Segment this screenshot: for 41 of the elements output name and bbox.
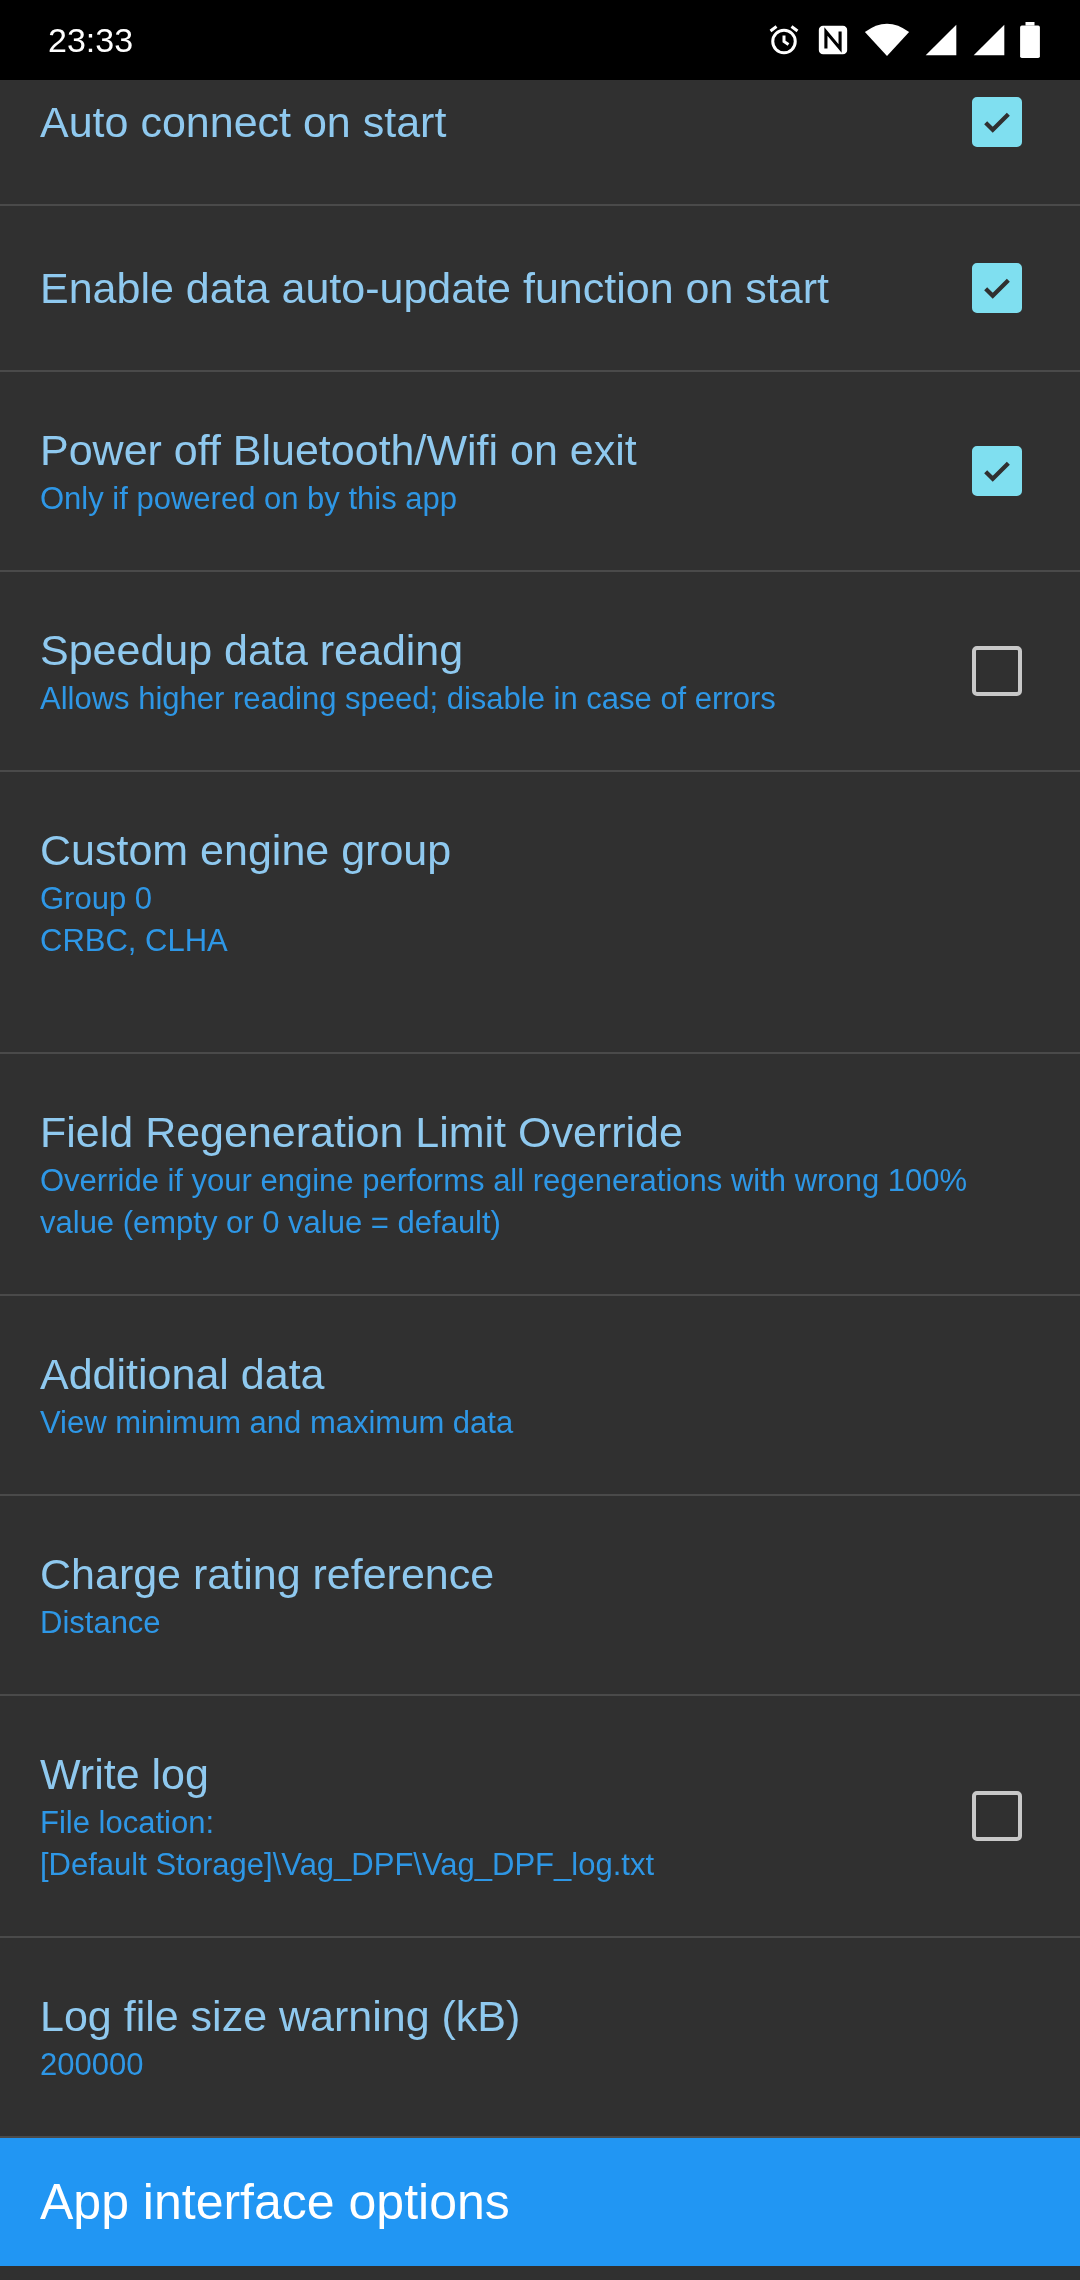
preference-summary: Only if powered on by this app xyxy=(40,480,458,518)
preference-item[interactable]: Write log File location: [Default Storage]\Vag_DPF\Vag_DPF_log.txt xyxy=(0,1696,1080,1938)
preference-title: Write log xyxy=(40,1749,209,1800)
preference-item[interactable]: Speedup data reading Allows higher reading speed; disable in case of errors xyxy=(0,572,1080,772)
preference-item[interactable]: Auto connect on start xyxy=(0,80,1080,206)
preference-summary: Group 0 xyxy=(40,880,152,918)
preference-title: Additional data xyxy=(40,1349,325,1400)
preference-summary: [Default Storage]\Vag_DPF\Vag_DPF_log.txt xyxy=(40,1846,654,1884)
battery-icon xyxy=(1020,22,1040,58)
preference-item[interactable]: Additional data View minimum and maximum data xyxy=(0,1296,1080,1496)
preference-summary: File location: xyxy=(40,1804,215,1842)
checkbox[interactable] xyxy=(972,646,1022,696)
checkbox[interactable] xyxy=(972,97,1022,147)
preference-item[interactable]: Charge rating reference Distance xyxy=(0,1496,1080,1696)
section-title: App interface options xyxy=(40,2173,510,2231)
preference-item[interactable]: Custom engine group Group 0 CRBC, CLHA xyxy=(0,772,1080,1054)
preference-summary: Allows higher reading speed; disable in case of errors xyxy=(40,680,776,718)
preference-summary: Override if your engine performs all regenerations with wrong 100% value (empty or 0 value = default) xyxy=(40,1162,969,1242)
nfc-icon xyxy=(816,23,850,57)
preference-title: Enable data auto-update function on start xyxy=(40,263,829,314)
status-time: 23:33 xyxy=(48,20,134,60)
preference-summary: View minimum and maximum data xyxy=(40,1404,514,1442)
preference-title: Auto connect on start xyxy=(40,97,447,148)
preference-title: Custom engine group xyxy=(40,825,452,876)
preference-title: Speedup data reading xyxy=(40,625,464,676)
checkbox[interactable] xyxy=(972,263,1022,313)
preference-summary: 200000 xyxy=(40,2046,144,2084)
wifi-icon xyxy=(864,22,910,58)
preference-item[interactable]: Enable data auto-update function on start xyxy=(0,206,1080,372)
preference-title: Log file size warning (kB) xyxy=(40,1991,521,2042)
checkbox[interactable] xyxy=(972,1791,1022,1841)
preference-title: Power off Bluetooth/Wifi on exit xyxy=(40,425,637,476)
preference-title: Field Regeneration Limit Override xyxy=(40,1107,683,1158)
checkbox[interactable] xyxy=(972,446,1022,496)
preference-title: Charge rating reference xyxy=(40,1549,495,1600)
preference-item[interactable]: Field Regeneration Limit Override Override if your engine performs all regenerations with wrong 100% value (empty or 0 value = default) xyxy=(0,1054,1080,1296)
preference-summary: CRBC, CLHA xyxy=(40,922,228,960)
signal-icon xyxy=(924,23,958,57)
signal-icon xyxy=(972,23,1006,57)
preference-summary: Distance xyxy=(40,1604,161,1642)
preference-item[interactable]: Power off Bluetooth/Wifi on exit Only if powered on by this app xyxy=(0,372,1080,572)
